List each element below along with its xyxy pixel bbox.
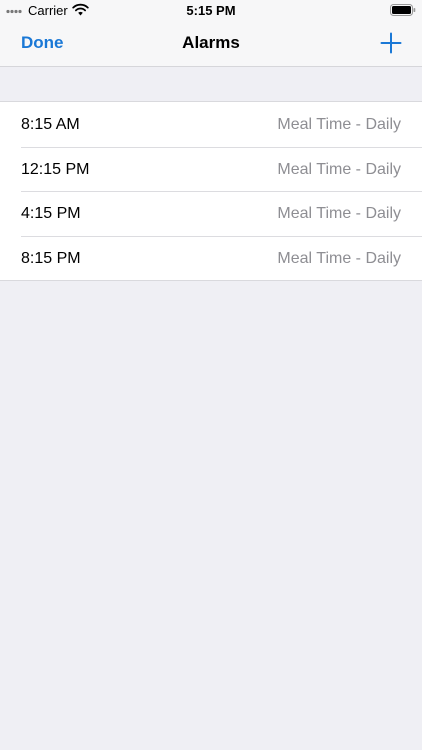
top-area: Carrier 5:15 PM Done Alarms — [0, 0, 422, 67]
alarm-description: Meal Time - Daily — [277, 249, 401, 267]
status-time: 5:15 PM — [186, 3, 236, 18]
alarm-description: Meal Time - Daily — [277, 160, 401, 178]
alarm-time: 12:15 PM — [21, 160, 90, 178]
row-separator — [21, 146, 422, 148]
page-title: Alarms — [182, 33, 240, 52]
alarm-list: 8:15 AM Meal Time - Daily 12:15 PM Meal … — [0, 101, 422, 281]
battery-icon — [390, 4, 416, 16]
alarm-row[interactable]: 4:15 PM Meal Time - Daily — [0, 191, 422, 236]
nav-bar: Done Alarms — [0, 22, 422, 66]
alarm-time: 4:15 PM — [21, 205, 81, 222]
row-separator — [21, 235, 422, 237]
alarm-time: 8:15 PM — [21, 249, 81, 267]
alarm-description: Meal Time - Daily — [277, 205, 401, 222]
alarm-time: 8:15 AM — [21, 116, 80, 133]
plus-icon[interactable] — [380, 32, 402, 54]
alarm-row[interactable]: 12:15 PM Meal Time - Daily — [0, 146, 422, 192]
status-bar: Carrier 5:15 PM — [0, 0, 422, 22]
alarm-row[interactable]: 8:15 AM Meal Time - Daily — [0, 102, 422, 147]
row-separator — [21, 191, 422, 192]
alarm-description: Meal Time - Daily — [277, 116, 401, 133]
alarm-row[interactable]: 8:15 PM Meal Time - Daily — [0, 235, 422, 281]
